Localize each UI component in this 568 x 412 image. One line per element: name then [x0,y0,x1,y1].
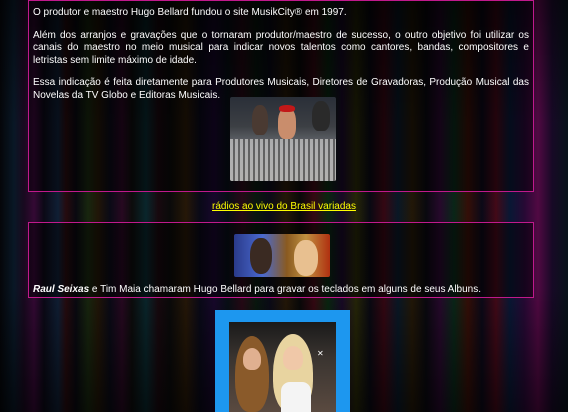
performer-right [294,240,318,276]
intro-paragraph-2: Além dos arranjos e gravações que o torn… [33,29,529,66]
radios-link[interactable]: rádios ao vivo do Brasil variadas [0,201,568,212]
person-cap [279,105,295,112]
mixing-console [230,139,336,181]
raul-tim-photo [234,234,330,277]
intro-panel: O produtor e maestro Hugo Bellard fundou… [28,0,534,192]
intro-paragraph-1: O produtor e maestro Hugo Bellard fundou… [33,7,347,18]
studio-photo [230,97,336,181]
raul-caption-text: e Tim Maia chamaram Hugo Bellard para gr… [89,284,482,295]
raul-name: Raul Seixas [33,284,90,295]
woman-left-face [243,348,261,370]
raul-caption: Raul Seixas e Tim Maia chamaram Hugo Bel… [33,284,481,295]
raul-panel: Raul Seixas e Tim Maia chamaram Hugo Bel… [28,222,534,298]
performer-left [250,238,272,274]
close-icon[interactable]: ✕ [317,349,324,358]
person-right [312,101,330,131]
photo-frame: ✕ [215,310,350,412]
person-left [252,105,268,135]
women-photo: ✕ [229,322,336,412]
woman-right-top [281,382,311,412]
woman-right-face [283,346,303,370]
